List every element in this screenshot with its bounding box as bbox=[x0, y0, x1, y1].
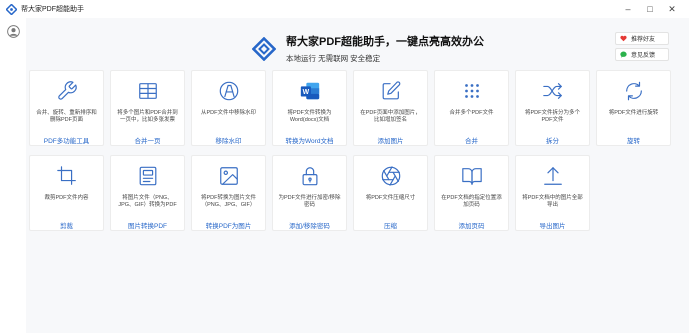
tool-card-export-images[interactable]: 将PDF文档中的图片全部导出 导出图片 bbox=[515, 155, 590, 231]
svg-text:W: W bbox=[303, 89, 310, 96]
tool-card-name: 移除水印 bbox=[215, 138, 242, 145]
dots-icon bbox=[465, 84, 479, 98]
close-button[interactable]: ✕ bbox=[661, 0, 683, 18]
tool-card-pdf-to-image[interactable]: 将PDF转换为图片文件（PNG、JPG、GIF） 转换PDF为图片 bbox=[191, 155, 266, 231]
tool-card-desc: 将图片文件（PNG、JPG、GIF）转换为PDF bbox=[118, 195, 177, 208]
main-area: 帮大家PDF超能助手，一键点亮高效办公 本地运行 无需联网 安全稳定 推荐好友 … bbox=[26, 18, 689, 333]
app-logo-icon bbox=[6, 3, 17, 15]
hero-title: 帮大家PDF超能助手，一键点亮高效办公 bbox=[286, 36, 484, 48]
tool-card-to-word[interactable]: W 将PDF文件转换为Word(docx)文档 转换为Word文档 bbox=[272, 70, 347, 146]
tool-card-desc: 在PDF页面中添加图片，比如增加签名 bbox=[360, 110, 421, 123]
hero-subtitle: 本地运行 无需联网 安全稳定 bbox=[286, 54, 381, 63]
feedback-button[interactable]: 意见反馈 bbox=[615, 48, 669, 61]
tool-card-image-to-pdf[interactable]: 将图片文件（PNG、JPG、GIF）转换为PDF 图片转换PDF bbox=[110, 155, 185, 231]
tool-card-name: 合并 bbox=[465, 138, 478, 145]
picture-icon bbox=[220, 167, 238, 185]
word-icon: W bbox=[300, 82, 320, 100]
tool-card-desc: 将PDF文件进行旋转 bbox=[608, 110, 659, 116]
tool-card-desc: 从PDF文件中移除水印 bbox=[200, 110, 256, 116]
tool-card-desc: 合并多个PDF文件 bbox=[449, 110, 494, 116]
tool-card-desc: 为PDF文件进行加密/移除密码 bbox=[278, 195, 341, 208]
split-icon bbox=[543, 83, 562, 99]
tool-card-desc: 将PDF文档中的图片全部导出 bbox=[522, 195, 583, 208]
tool-card-name: 剪裁 bbox=[60, 223, 73, 230]
tool-card-desc: 将PDF转换为图片文件（PNG、JPG、GIF） bbox=[200, 195, 256, 208]
tool-card-name: 转换PDF为图片 bbox=[205, 223, 252, 230]
heart-icon bbox=[620, 35, 627, 42]
tool-card-merge[interactable]: 合并多个PDF文件 合并 bbox=[434, 70, 509, 146]
book-icon bbox=[462, 168, 482, 185]
app-logo-icon bbox=[252, 37, 276, 61]
tool-card-name: 压缩 bbox=[384, 223, 397, 230]
hero-banner: 帮大家PDF超能助手，一键点亮高效办公 本地运行 无需联网 安全稳定 bbox=[252, 33, 512, 67]
tool-card-name: 旋转 bbox=[627, 138, 640, 145]
grid-icon bbox=[139, 83, 157, 99]
watermark-icon bbox=[219, 81, 239, 101]
tool-card-add-image[interactable]: 在PDF页面中添加图片，比如增加签名 添加图片 bbox=[353, 70, 428, 146]
tool-card-desc: 将多个图片和PDF合并到一页中，比如多张发票 bbox=[117, 110, 178, 123]
title-bar: 帮大家PDF超能助手 – □ ✕ bbox=[0, 0, 689, 18]
feedback-label: 意见反馈 bbox=[631, 53, 656, 59]
tool-card-desc: 裁剪PDF文件内容 bbox=[44, 195, 89, 201]
image-card-icon bbox=[139, 166, 157, 186]
tool-card-compress[interactable]: 将PDF文件压缩尺寸 压缩 bbox=[353, 155, 428, 231]
rotate-icon bbox=[626, 81, 642, 101]
tool-card-merge-one-page[interactable]: 将多个图片和PDF合并到一页中，比如多张发票 合并一页 bbox=[110, 70, 185, 146]
export-icon bbox=[544, 167, 562, 185]
recommend-friend-button[interactable]: 推荐好友 bbox=[615, 32, 669, 45]
tool-card-name: PDF多功能工具 bbox=[43, 138, 90, 145]
tool-card-name: 添加图片 bbox=[377, 138, 404, 145]
recommend-friend-label: 推荐好友 bbox=[631, 37, 656, 43]
tool-card-page-numbers[interactable]: 在PDF文档的指定位置添加页码 添加页码 bbox=[434, 155, 509, 231]
tool-card-password[interactable]: 为PDF文件进行加密/移除密码 添加/移除密码 bbox=[272, 155, 347, 231]
tool-card-name: 图片转换PDF bbox=[128, 223, 167, 230]
crop-icon bbox=[57, 166, 76, 185]
left-sidebar bbox=[0, 18, 26, 333]
tool-card-desc: 在PDF文档的指定位置添加页码 bbox=[441, 195, 502, 208]
tool-card-crop[interactable]: 裁剪PDF文件内容 剪裁 bbox=[29, 155, 104, 231]
tool-card-desc: 将PDF文件转换为Word(docx)文档 bbox=[287, 110, 332, 123]
aperture-icon bbox=[381, 166, 401, 186]
app-title: 帮大家PDF超能助手 bbox=[21, 6, 84, 13]
tool-card-name: 转换为Word文档 bbox=[285, 138, 334, 145]
chat-icon bbox=[620, 51, 627, 58]
tool-card-desc: 将PDF文件拆分为多个PDF文件 bbox=[524, 110, 580, 123]
tool-card-name: 添加/移除密码 bbox=[289, 223, 330, 230]
avatar[interactable] bbox=[7, 25, 20, 38]
tool-card-desc: 合并、旋转、重新排序和删除PDF页面 bbox=[36, 110, 97, 123]
tool-card-name: 导出图片 bbox=[539, 223, 566, 230]
maximize-button[interactable]: □ bbox=[639, 0, 661, 18]
window-controls: – □ ✕ bbox=[617, 0, 683, 18]
tool-card-desc: 将PDF文件压缩尺寸 bbox=[365, 195, 416, 201]
edit-icon bbox=[382, 81, 401, 100]
tool-card-name: 拆分 bbox=[546, 138, 559, 145]
tool-card-rotate[interactable]: 将PDF文件进行旋转 旋转 bbox=[596, 70, 671, 146]
tool-card-split[interactable]: 将PDF文件拆分为多个PDF文件 拆分 bbox=[515, 70, 590, 146]
lock-icon bbox=[302, 167, 318, 186]
wrench-icon bbox=[58, 81, 77, 100]
tool-card-pdf-multi[interactable]: 合并、旋转、重新排序和删除PDF页面 PDF多功能工具 bbox=[29, 70, 104, 146]
minimize-button[interactable]: – bbox=[617, 0, 639, 18]
tool-card-remove-watermark[interactable]: 从PDF文件中移除水印 移除水印 bbox=[191, 70, 266, 146]
tool-card-name: 合并一页 bbox=[134, 138, 161, 145]
tool-card-name: 添加页码 bbox=[458, 223, 485, 230]
